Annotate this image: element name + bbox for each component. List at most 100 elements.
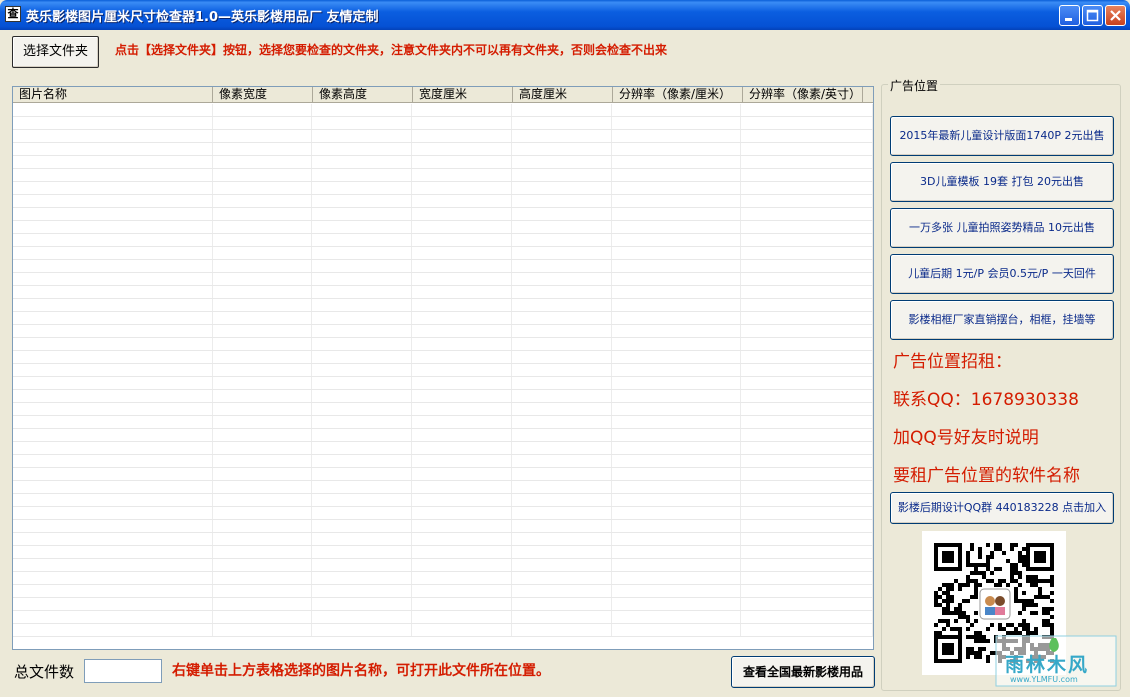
table-row[interactable] (13, 273, 873, 286)
table-row[interactable] (13, 520, 873, 533)
image-table[interactable]: 图片名称 像素宽度 像素高度 宽度厘米 高度厘米 分辨率（像素/厘米） 分辨率（… (12, 86, 874, 650)
table-cell (741, 325, 873, 337)
table-row[interactable] (13, 468, 873, 481)
table-row[interactable] (13, 455, 873, 468)
column-header-width-cm[interactable]: 宽度厘米 (413, 87, 513, 103)
table-cell (612, 104, 742, 116)
table-cell (741, 468, 873, 480)
ad-button-3d-template[interactable]: 3D儿童模板 19套 打包 20元出售 (890, 162, 1114, 202)
table-cell (612, 182, 742, 194)
table-row[interactable] (13, 364, 873, 377)
table-cell (312, 611, 413, 623)
table-row[interactable] (13, 312, 873, 325)
table-cell (312, 442, 413, 454)
table-row[interactable] (13, 247, 873, 260)
table-cell (612, 260, 742, 272)
table-cell (741, 247, 873, 259)
title-bar[interactable]: 查 英乐影楼图片厘米尺寸检查器1.0—英乐影楼用品厂 友情定制 (0, 0, 1130, 30)
column-header-resolution-per-cm[interactable]: 分辨率（像素/厘米） (613, 87, 743, 103)
select-folder-button[interactable]: 选择文件夹 (12, 36, 99, 68)
maximize-button[interactable] (1082, 5, 1103, 26)
table-row[interactable] (13, 585, 873, 598)
table-cell (213, 481, 313, 493)
column-header-pixel-width[interactable]: 像素宽度 (213, 87, 313, 103)
table-body[interactable] (13, 104, 873, 649)
table-cell (13, 143, 213, 155)
table-row[interactable] (13, 325, 873, 338)
table-cell (312, 624, 413, 636)
table-row[interactable] (13, 390, 873, 403)
table-cell (612, 208, 742, 220)
table-row[interactable] (13, 169, 873, 182)
ad-button-kids-layout[interactable]: 2015年最新儿童设计版面1740P 2元出售 (890, 116, 1114, 156)
qq-group-button[interactable]: 影楼后期设计QQ群 440183228 点击加入 (890, 492, 1114, 524)
table-cell (612, 299, 742, 311)
table-row[interactable] (13, 221, 873, 234)
table-cell (612, 559, 742, 571)
table-row[interactable] (13, 416, 873, 429)
table-row[interactable] (13, 481, 873, 494)
table-cell (312, 325, 413, 337)
table-cell (312, 117, 413, 129)
table-row[interactable] (13, 507, 873, 520)
table-row[interactable] (13, 598, 873, 611)
table-row[interactable] (13, 234, 873, 247)
table-row[interactable] (13, 117, 873, 130)
table-row[interactable] (13, 208, 873, 221)
table-row[interactable] (13, 260, 873, 273)
table-row[interactable] (13, 624, 873, 637)
table-cell (13, 299, 213, 311)
table-row[interactable] (13, 546, 873, 559)
table-row[interactable] (13, 429, 873, 442)
table-row[interactable] (13, 182, 873, 195)
table-row[interactable] (13, 195, 873, 208)
column-header-resolution-per-inch[interactable]: 分辨率（像素/英寸） (743, 87, 863, 103)
minimize-button[interactable] (1059, 5, 1080, 26)
table-row[interactable] (13, 338, 873, 351)
table-cell (312, 208, 413, 220)
table-cell (13, 312, 213, 324)
ad-button-post-processing[interactable]: 儿童后期 1元/P 会员0.5元/P 一天回件 (890, 254, 1114, 294)
total-files-field[interactable] (84, 659, 162, 683)
table-cell (13, 546, 213, 558)
table-cell (213, 572, 313, 584)
table-row[interactable] (13, 286, 873, 299)
table-row[interactable] (13, 130, 873, 143)
column-header-height-cm[interactable]: 高度厘米 (513, 87, 613, 103)
table-row[interactable] (13, 494, 873, 507)
table-row[interactable] (13, 156, 873, 169)
column-header-pixel-height[interactable]: 像素高度 (313, 87, 413, 103)
table-row[interactable] (13, 104, 873, 117)
table-row[interactable] (13, 377, 873, 390)
table-cell (213, 598, 313, 610)
close-button[interactable] (1105, 5, 1126, 26)
table-row[interactable] (13, 572, 873, 585)
table-row[interactable] (13, 351, 873, 364)
table-row[interactable] (13, 442, 873, 455)
table-cell (741, 559, 873, 571)
table-row[interactable] (13, 533, 873, 546)
table-cell (13, 624, 213, 636)
table-row[interactable] (13, 559, 873, 572)
table-row[interactable] (13, 299, 873, 312)
column-header-image-name[interactable]: 图片名称 (13, 87, 213, 103)
table-cell (312, 104, 413, 116)
table-cell (612, 286, 742, 298)
table-cell (412, 286, 512, 298)
table-cell (512, 572, 612, 584)
ad-button-pose-photos[interactable]: 一万多张 儿童拍照姿势精品 10元出售 (890, 208, 1114, 248)
table-row[interactable] (13, 143, 873, 156)
table-row[interactable] (13, 403, 873, 416)
table-cell (13, 611, 213, 623)
view-supplies-button[interactable]: 查看全国最新影楼用品 (731, 656, 875, 688)
ad-button-frames[interactable]: 影楼相框厂家直销摆台，相框，挂墙等 (890, 300, 1114, 340)
table-cell (412, 208, 512, 220)
watermark-url: www.YLMFU.com (1010, 675, 1078, 684)
table-cell (13, 585, 213, 597)
table-cell (512, 481, 612, 493)
table-cell (741, 234, 873, 246)
table-cell (312, 481, 413, 493)
table-cell (612, 130, 742, 142)
table-row[interactable] (13, 611, 873, 624)
table-cell (612, 221, 742, 233)
